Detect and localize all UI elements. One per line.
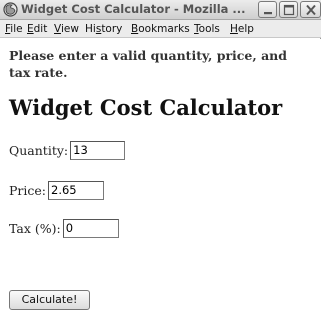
close-button[interactable]: [300, 1, 321, 18]
validation-error-message: Please enter a valid quantity, price, an…: [9, 48, 288, 80]
price-input[interactable]: 2.65: [48, 181, 104, 200]
tax-input[interactable]: 0: [62, 219, 119, 238]
maximize-button[interactable]: [279, 1, 298, 18]
price-label: Price:: [9, 182, 46, 198]
tax-label: Tax (%):: [9, 220, 61, 236]
window-title: Widget Cost Calculator - Mozilla ...: [21, 2, 246, 16]
menu-view[interactable]: View: [54, 22, 79, 36]
firefox-icon: [3, 2, 18, 17]
menu-history[interactable]: History: [85, 22, 122, 36]
quantity-input[interactable]: 13: [70, 141, 126, 160]
menu-help[interactable]: Help: [230, 22, 254, 36]
close-icon: [306, 4, 316, 16]
minimize-icon: [264, 12, 272, 15]
menu-edit[interactable]: Edit: [27, 22, 47, 36]
quantity-label: Quantity:: [9, 142, 69, 158]
maximize-icon: [283, 4, 295, 16]
menu-file[interactable]: File: [5, 22, 23, 36]
menu-bar: File Edit View History Bookmarks Tools H…: [0, 20, 321, 38]
quantity-row: Quantity: 13: [9, 139, 126, 161]
calculate-button[interactable]: Calculate!: [9, 290, 90, 310]
minimize-button[interactable]: [258, 1, 277, 18]
price-row: Price: 2.65: [9, 179, 104, 201]
page-content: Please enter a valid quantity, price, an…: [0, 39, 321, 333]
menu-bookmarks[interactable]: Bookmarks: [131, 22, 190, 36]
tax-row: Tax (%): 0: [9, 217, 119, 239]
browser-window: Widget Cost Calculator - Mozilla ... Fil…: [0, 0, 321, 333]
page-heading: Widget Cost Calculator: [9, 95, 283, 120]
menu-tools[interactable]: Tools: [194, 22, 220, 36]
title-bar[interactable]: Widget Cost Calculator - Mozilla ...: [0, 0, 321, 20]
